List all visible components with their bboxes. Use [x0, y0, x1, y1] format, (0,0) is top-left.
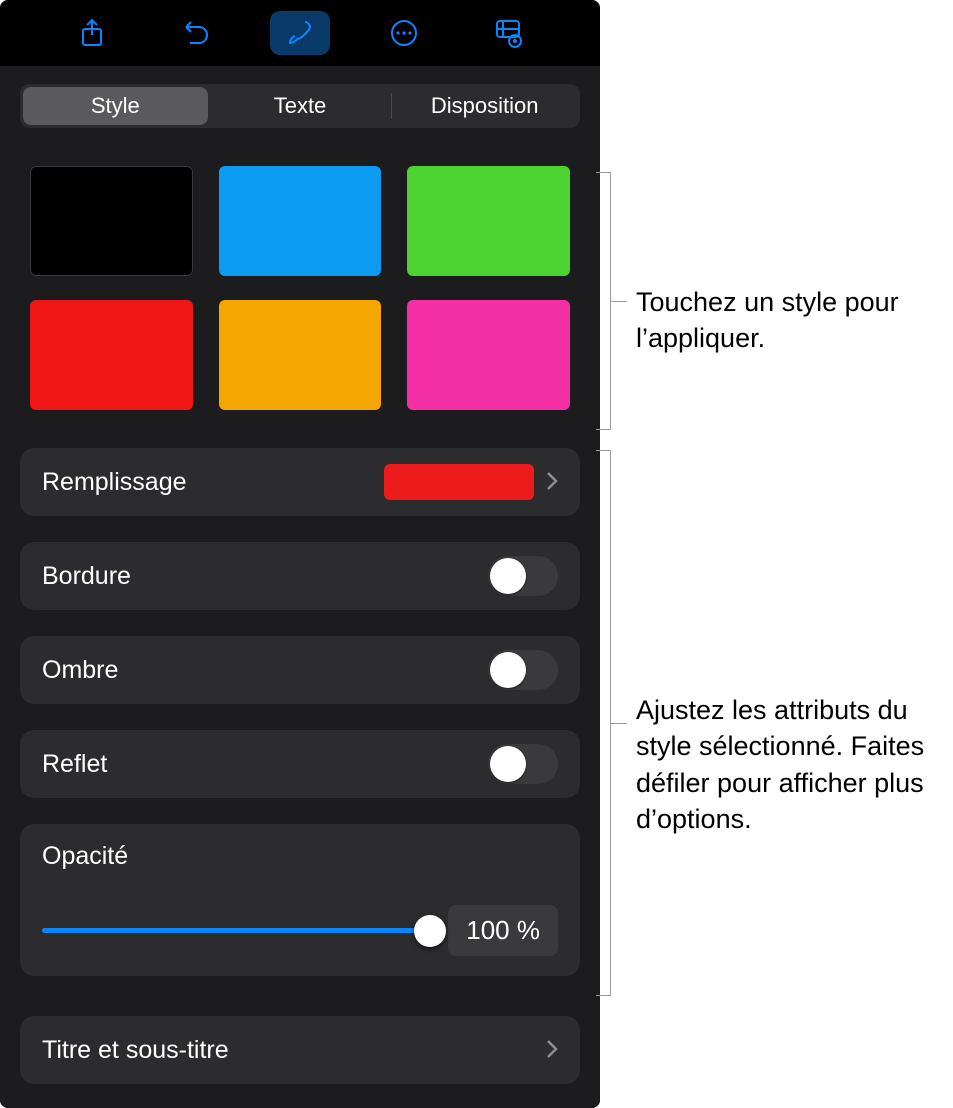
- top-toolbar: [0, 0, 600, 66]
- presenter-icon[interactable]: [478, 11, 538, 55]
- callout-attributes: Ajustez les attributs du style sélection…: [636, 692, 946, 838]
- callout-tick: [611, 723, 627, 724]
- shadow-row: Ombre: [20, 636, 580, 704]
- share-icon[interactable]: [62, 11, 122, 55]
- style-swatch[interactable]: [407, 166, 570, 276]
- callout-tick: [611, 301, 627, 302]
- tab-text[interactable]: Texte: [208, 87, 393, 125]
- inspector-panel: Style Texte Disposition Remplissage: [0, 0, 600, 1108]
- undo-icon[interactable]: [166, 11, 226, 55]
- border-toggle[interactable]: [488, 556, 558, 596]
- style-swatch[interactable]: [30, 300, 193, 410]
- chevron-right-icon: [546, 1034, 558, 1066]
- opacity-row: Opacité 100 %: [20, 824, 580, 976]
- callout-swatches: Touchez un style pour l’appliquer.: [636, 284, 936, 357]
- format-tabs: Style Texte Disposition: [20, 84, 580, 128]
- style-swatch[interactable]: [219, 166, 382, 276]
- style-swatch-grid: [30, 166, 570, 410]
- tab-label: Style: [91, 93, 140, 119]
- opacity-label: Opacité: [42, 842, 558, 871]
- reflection-toggle[interactable]: [488, 744, 558, 784]
- style-swatch[interactable]: [30, 166, 193, 276]
- format-brush-icon[interactable]: [270, 11, 330, 55]
- tab-label: Texte: [274, 93, 327, 119]
- opacity-slider[interactable]: [42, 914, 430, 948]
- border-label: Bordure: [42, 562, 488, 591]
- shadow-label: Ombre: [42, 656, 488, 685]
- opacity-value[interactable]: 100 %: [448, 905, 558, 956]
- shadow-toggle[interactable]: [488, 650, 558, 690]
- more-icon[interactable]: [374, 11, 434, 55]
- tab-style[interactable]: Style: [23, 87, 208, 125]
- chevron-right-icon: [546, 466, 558, 498]
- title-subtitle-row[interactable]: Titre et sous-titre: [20, 1016, 580, 1084]
- reflection-row: Reflet: [20, 730, 580, 798]
- fill-color-swatch: [384, 464, 534, 500]
- tab-layout[interactable]: Disposition: [392, 87, 577, 125]
- fill-row[interactable]: Remplissage: [20, 448, 580, 516]
- tab-label: Disposition: [431, 93, 539, 119]
- style-swatch[interactable]: [407, 300, 570, 410]
- reflection-label: Reflet: [42, 750, 488, 779]
- title-subtitle-label: Titre et sous-titre: [42, 1036, 534, 1065]
- fill-label: Remplissage: [42, 468, 384, 497]
- style-swatch[interactable]: [219, 300, 382, 410]
- border-row: Bordure: [20, 542, 580, 610]
